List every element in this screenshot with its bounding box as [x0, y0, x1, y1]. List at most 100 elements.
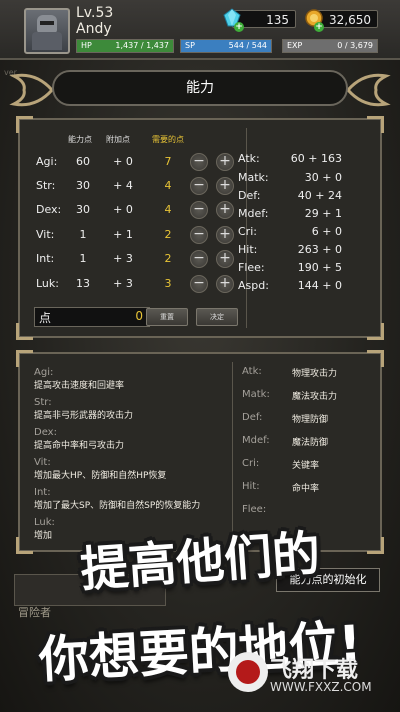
stat-bonus: + 0 — [113, 203, 133, 216]
stat-bonus: + 4 — [113, 179, 133, 192]
header-required: 需要的点 — [152, 135, 184, 144]
derived-value: 29 + 1 — [304, 207, 342, 220]
add-gold-button[interactable]: + — [314, 22, 324, 32]
gold-count: 32,650 — [316, 10, 378, 28]
derived-value: 60 + 163 — [290, 152, 342, 165]
stat-row-vit: Vit: 1 + 1 2 − + — [20, 226, 250, 248]
decrease-str-button[interactable]: − — [190, 177, 208, 195]
stat-row-str: Str: 30 + 4 4 − + — [20, 177, 250, 199]
increase-str-button[interactable]: + — [216, 177, 234, 195]
confirm-button[interactable]: 决定 — [196, 308, 238, 326]
kw-text: 命中率 — [292, 484, 320, 494]
stat-name: Str: — [36, 179, 56, 192]
add-gems-button[interactable]: + — [234, 22, 244, 32]
derived-name: Matk: — [238, 171, 269, 184]
watermark-url: WWW.FXXZ.COM — [270, 680, 372, 694]
stat-bonus: + 1 — [113, 228, 133, 241]
stat-row-dex: Dex: 30 + 0 4 − + — [20, 201, 250, 223]
decrease-agi-button[interactable]: − — [190, 153, 208, 171]
ornament-left-icon — [9, 73, 54, 107]
kw-title: Def: — [242, 412, 263, 423]
derived-stat-cri: Cri: 6 + 0 — [238, 225, 356, 245]
stat-points: 13 — [76, 277, 90, 290]
header-points: 能力点 — [68, 135, 92, 144]
stat-points: 60 — [76, 155, 90, 168]
stat-points: 30 — [76, 179, 90, 192]
derived-name: Flee: — [238, 261, 265, 274]
desc-title: Str: — [34, 397, 52, 408]
stat-row-int: Int: 1 + 3 2 − + — [20, 250, 250, 272]
exp-value: 0 / 3,679 — [337, 41, 373, 50]
kw-hit: Hit: 命中率 — [242, 481, 382, 501]
kw-title: Flee: — [242, 504, 267, 515]
kw-cri: Cri: 关键率 — [242, 458, 382, 478]
increase-vit-button[interactable]: + — [216, 226, 234, 244]
derived-stat-matk: Matk: 30 + 0 — [238, 171, 356, 191]
derived-name: Cri: — [238, 225, 257, 238]
hp-label: HP — [81, 41, 92, 50]
hp-value: 1,437 / 1,437 — [115, 41, 169, 50]
desc-text: 提高攻击速度和回避率 — [34, 381, 125, 391]
derived-value: 40 + 24 — [297, 189, 342, 202]
reset-button[interactable]: 重置 — [146, 308, 188, 326]
stat-bonus: + 3 — [113, 252, 133, 265]
derived-value: 263 + 0 — [297, 243, 342, 256]
stat-points: 1 — [79, 252, 87, 265]
kw-title: Cri: — [242, 458, 260, 469]
player-level: Lv.53 — [76, 5, 114, 21]
exp-label: EXP — [287, 41, 303, 50]
kw-title: Atk: — [242, 366, 262, 377]
desc-title: Agi: — [34, 367, 54, 378]
derived-stat-hit: Hit: 263 + 0 — [238, 243, 356, 263]
avatar[interactable] — [24, 8, 70, 54]
derived-stat-aspd: Aspd: 144 + 0 — [238, 279, 356, 299]
kw-title: Hit: — [242, 481, 260, 492]
decrease-vit-button[interactable]: − — [190, 226, 208, 244]
kw-text: 魔法攻击力 — [292, 392, 338, 402]
desc-int: Int: 增加了最大SP、防御和自然SP的恢复能力 — [34, 486, 244, 513]
header-bonus: 附加点 — [106, 135, 130, 144]
stat-name: Int: — [36, 252, 55, 265]
sp-value: 544 / 544 — [228, 41, 267, 50]
derived-name: Atk: — [238, 152, 260, 165]
desc-title: Int: — [34, 487, 51, 498]
decrease-dex-button[interactable]: − — [190, 201, 208, 219]
decrease-int-button[interactable]: − — [190, 250, 208, 268]
derived-stat-mdef: Mdef: 29 + 1 — [238, 207, 356, 227]
kw-text: 魔法防御 — [292, 438, 329, 448]
derived-value: 30 + 0 — [304, 171, 342, 184]
stat-required: 7 — [164, 155, 172, 168]
sp-bar: SP 544 / 544 — [180, 39, 272, 53]
desc-title: Dex: — [34, 427, 57, 438]
desc-text: 提高非弓形武器的攻击力 — [34, 411, 134, 421]
kw-text: 关键率 — [292, 461, 320, 471]
desc-dex: Dex: 提高命中率和弓攻击力 — [34, 426, 244, 453]
kw-mdef: Mdef: 魔法防御 — [242, 435, 382, 455]
kw-title: Matk: — [242, 389, 270, 400]
stat-name: Dex: — [36, 203, 62, 216]
increase-dex-button[interactable]: + — [216, 201, 234, 219]
derived-value: 190 + 5 — [297, 261, 342, 274]
sp-label: SP — [185, 41, 195, 50]
kw-text: 物理攻击力 — [292, 369, 338, 379]
stat-row-luk: Luk: 13 + 3 3 − + — [20, 275, 250, 297]
stat-name: Vit: — [36, 228, 55, 241]
stat-required: 2 — [164, 252, 172, 265]
derived-stat-def: Def: 40 + 24 — [238, 189, 356, 209]
stat-row-agi: Agi: 60 + 0 7 − + — [20, 153, 250, 175]
desc-title: Vit: — [34, 457, 51, 468]
kw-title: Mdef: — [242, 435, 270, 446]
kw-def: Def: 物理防御 — [242, 412, 382, 432]
increase-agi-button[interactable]: + — [216, 153, 234, 171]
increase-int-button[interactable]: + — [216, 250, 234, 268]
decrease-luk-button[interactable]: − — [190, 275, 208, 293]
desc-text: 提高命中率和弓攻击力 — [34, 441, 125, 451]
player-name: Andy — [76, 21, 112, 37]
increase-luk-button[interactable]: + — [216, 275, 234, 293]
derived-stat-flee: Flee: 190 + 5 — [238, 261, 356, 281]
desc-agi: Agi: 提高攻击速度和回避率 — [34, 366, 244, 393]
stat-required: 2 — [164, 228, 172, 241]
title-banner: 能力 — [52, 70, 348, 106]
ornament-right-icon — [346, 73, 391, 107]
derived-value: 6 + 0 — [311, 225, 342, 238]
